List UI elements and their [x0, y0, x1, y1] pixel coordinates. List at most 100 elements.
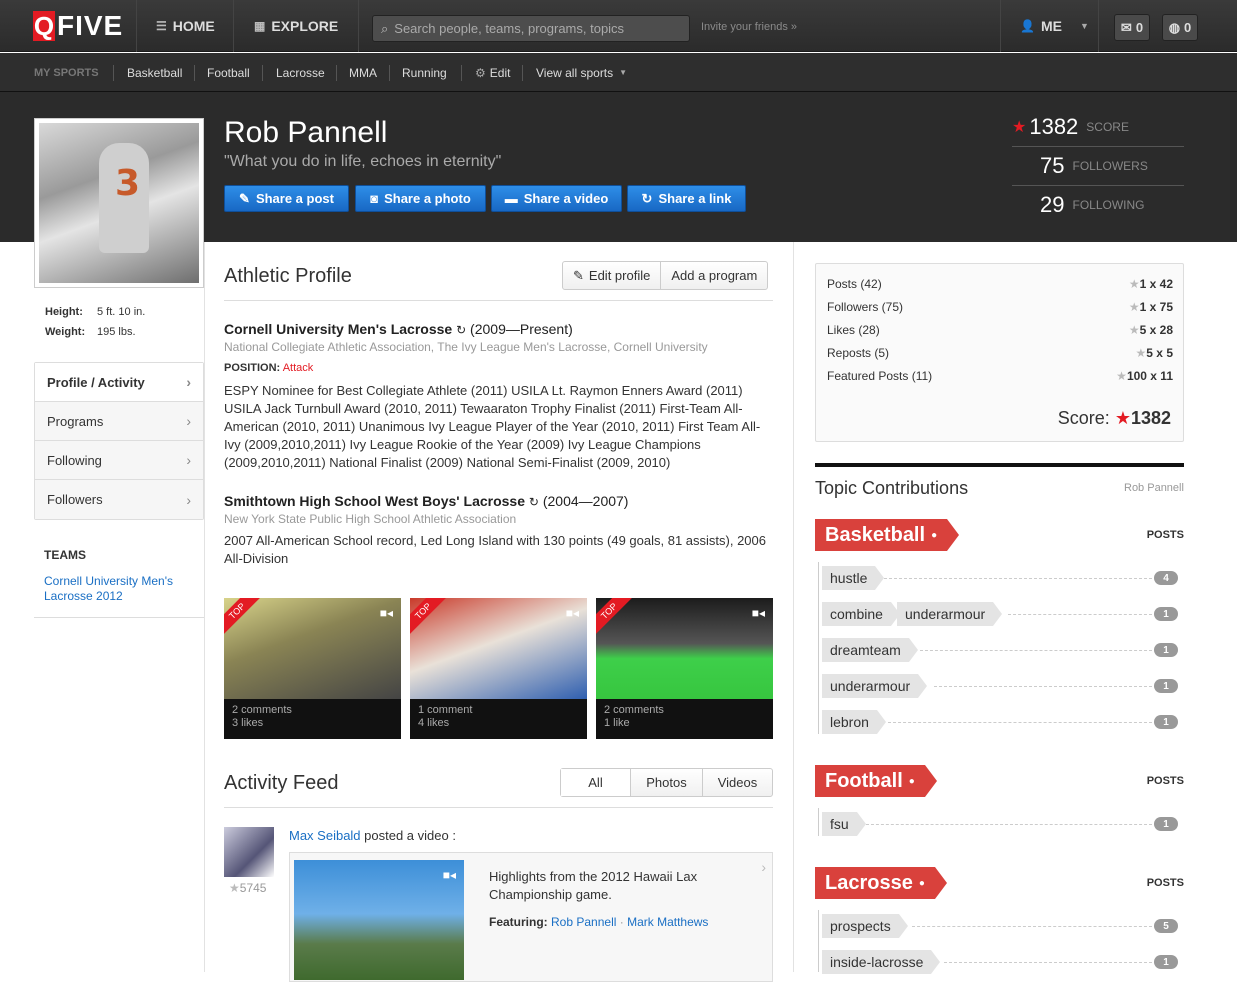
nav-followers-label: Followers: [47, 492, 103, 507]
add-program-button[interactable]: Add a program: [661, 262, 767, 289]
following-label: FOLLOWING: [1072, 198, 1145, 212]
topic-contributions-title: Topic Contributions: [815, 478, 969, 498]
score-row: Reposts (5) ★5 x 5: [827, 346, 1173, 360]
program-name[interactable]: Smithtown High School West Boys' Lacross…: [224, 493, 525, 509]
topic-tag[interactable]: dreamteam: [822, 638, 918, 662]
profile-nav: Profile / Activity › Programs › Following ›…: [34, 362, 204, 520]
topic-tag[interactable]: hustle: [822, 566, 885, 590]
media-thumbnail[interactable]: TOP ■◂ 2 comments 1 like: [596, 598, 773, 739]
topic-contributions-user: Rob Pannell: [1124, 482, 1184, 494]
share-video-label: Share a video: [523, 191, 609, 206]
position-label: POSITION:: [224, 362, 281, 374]
sport-tag-label: Basketball: [825, 523, 926, 546]
feed-video-card[interactable]: ■◂ Highlights from the 2012 Hawaii Lax C…: [289, 852, 773, 982]
edit-profile-label: Edit profile: [588, 268, 651, 283]
notifications-button[interactable]: ◍ 0: [1162, 14, 1198, 41]
score-row-value: 5 x 5: [1146, 346, 1173, 360]
messages-button[interactable]: ✉ 0: [1114, 14, 1150, 41]
feed-score-value: 5745: [239, 881, 267, 895]
tab-all[interactable]: All: [561, 769, 631, 796]
topic-count-badge: 4: [1154, 571, 1178, 585]
search-input[interactable]: ⌕ Search people, teams, programs, topics: [372, 15, 690, 42]
subnav-football[interactable]: Football: [207, 53, 250, 92]
video-camera-icon: ▬: [504, 191, 518, 206]
subnav-basketball[interactable]: Basketball: [127, 53, 182, 92]
score-row-value: 100 x 11: [1126, 369, 1173, 383]
sport-tag-label: Lacrosse: [825, 871, 913, 894]
media-thumbnail[interactable]: TOP ■◂ 2 comments 3 likes: [224, 598, 401, 739]
featured-athlete-link[interactable]: Mark Matthews: [627, 915, 708, 929]
feed-user-avatar[interactable]: [224, 827, 274, 877]
me-menu[interactable]: 👤 ME ▼: [1020, 0, 1089, 52]
comments-count: 1 comment: [418, 704, 473, 716]
sport-tag-football[interactable]: Football ●: [815, 765, 937, 797]
topic-count-badge: 1: [1154, 643, 1178, 657]
share-link-button[interactable]: ↻ Share a link: [627, 185, 746, 212]
topic-tag[interactable]: underarmour: [822, 674, 928, 698]
featured-athlete-link[interactable]: Rob Pannell: [551, 915, 616, 929]
featuring-row: Featuring: Rob Pannell · Mark Matthews: [489, 915, 708, 929]
chevron-right-icon: ›: [186, 491, 191, 508]
subnav-mma[interactable]: MMA: [349, 53, 377, 92]
comments-count: 2 comments: [232, 704, 292, 716]
sport-tag-basketball[interactable]: Basketball ●: [815, 519, 960, 551]
topic-count-badge: 1: [1154, 715, 1178, 729]
edit-profile-button[interactable]: ✎ Edit profile: [563, 262, 662, 289]
subnav-running[interactable]: Running: [402, 53, 447, 92]
chevron-right-icon[interactable]: ›: [761, 859, 766, 875]
nav-profile-activity[interactable]: Profile / Activity ›: [35, 363, 203, 402]
tab-videos[interactable]: Videos: [703, 769, 772, 796]
star-icon: ★: [229, 881, 240, 895]
nav-following[interactable]: Following ›: [35, 441, 203, 480]
nav-programs[interactable]: Programs ›: [35, 402, 203, 441]
topic-tag[interactable]: inside-lacrosse: [822, 950, 941, 974]
invite-friends-link[interactable]: Invite your friends »: [701, 21, 797, 33]
topic-tag[interactable]: underarmour: [897, 602, 1003, 626]
nav-home[interactable]: ☰ HOME: [156, 0, 215, 52]
camera-icon: ◙: [370, 191, 379, 206]
comments-count: 2 comments: [604, 704, 664, 716]
subnav-view-all-label: View all sports: [536, 65, 614, 80]
profile-name: Rob Pannell: [224, 116, 388, 149]
subnav-edit[interactable]: ⚙ Edit: [475, 53, 510, 92]
nav-followers[interactable]: Followers ›: [35, 480, 203, 519]
thumbnail-meta: 1 comment 4 likes: [418, 704, 472, 730]
height-value: 5 ft. 10 in.: [97, 306, 146, 318]
nav-explore[interactable]: ▦ EXPLORE: [254, 0, 338, 52]
score-row-value: 1 x 75: [1139, 300, 1173, 314]
share-post-button[interactable]: ✎ Share a post: [224, 185, 349, 212]
topic-tag[interactable]: fsu: [822, 812, 866, 836]
program-description: 2007 All-American School record, Led Lon…: [224, 533, 766, 566]
thumbnail-image: [410, 598, 587, 699]
gear-icon: ⚙: [475, 65, 486, 80]
topic-tag[interactable]: prospects: [822, 914, 908, 938]
score-row: Followers (75) ★1 x 75: [827, 300, 1173, 314]
nav-home-label: HOME: [172, 18, 215, 34]
share-photo-button[interactable]: ◙ Share a photo: [355, 185, 486, 212]
score-label: SCORE: [1086, 120, 1129, 134]
following-stat[interactable]: 29 FOLLOWING: [1012, 186, 1184, 224]
followers-stat[interactable]: 75 FOLLOWERS: [1012, 147, 1184, 185]
qfive-logo[interactable]: Q FIVE: [33, 10, 123, 41]
topic-tag[interactable]: combine: [822, 602, 900, 626]
program-name[interactable]: Cornell University Men's Lacrosse: [224, 321, 452, 337]
score-row-value: 5 x 28: [1139, 323, 1173, 337]
tab-photos[interactable]: Photos: [631, 769, 703, 796]
profile-avatar[interactable]: 3: [34, 118, 204, 288]
pencil-icon: ✎: [239, 190, 250, 206]
link-icon: ↻: [528, 495, 539, 509]
score-total-label: Score:: [1057, 408, 1110, 428]
subnav-lacrosse[interactable]: Lacrosse: [276, 53, 325, 92]
weight-row: Weight: 195 lbs.: [45, 326, 136, 338]
topic-tag[interactable]: lebron: [822, 710, 886, 734]
score-row-label: Featured Posts (11): [827, 369, 933, 383]
search-placeholder: Search people, teams, programs, topics: [394, 21, 625, 36]
weight-label: Weight:: [45, 326, 86, 338]
team-link[interactable]: Cornell University Men's Lacrosse 2012: [44, 574, 194, 604]
media-thumbnail[interactable]: TOP ■◂ 1 comment 4 likes: [410, 598, 587, 739]
activity-feed-title: Activity Feed: [224, 772, 339, 794]
share-video-button[interactable]: ▬ Share a video: [491, 185, 622, 212]
sport-tag-lacrosse[interactable]: Lacrosse ●: [815, 867, 947, 899]
subnav-view-all[interactable]: View all sports ▼: [536, 53, 627, 92]
feed-user-link[interactable]: Max Seibald: [289, 828, 361, 843]
